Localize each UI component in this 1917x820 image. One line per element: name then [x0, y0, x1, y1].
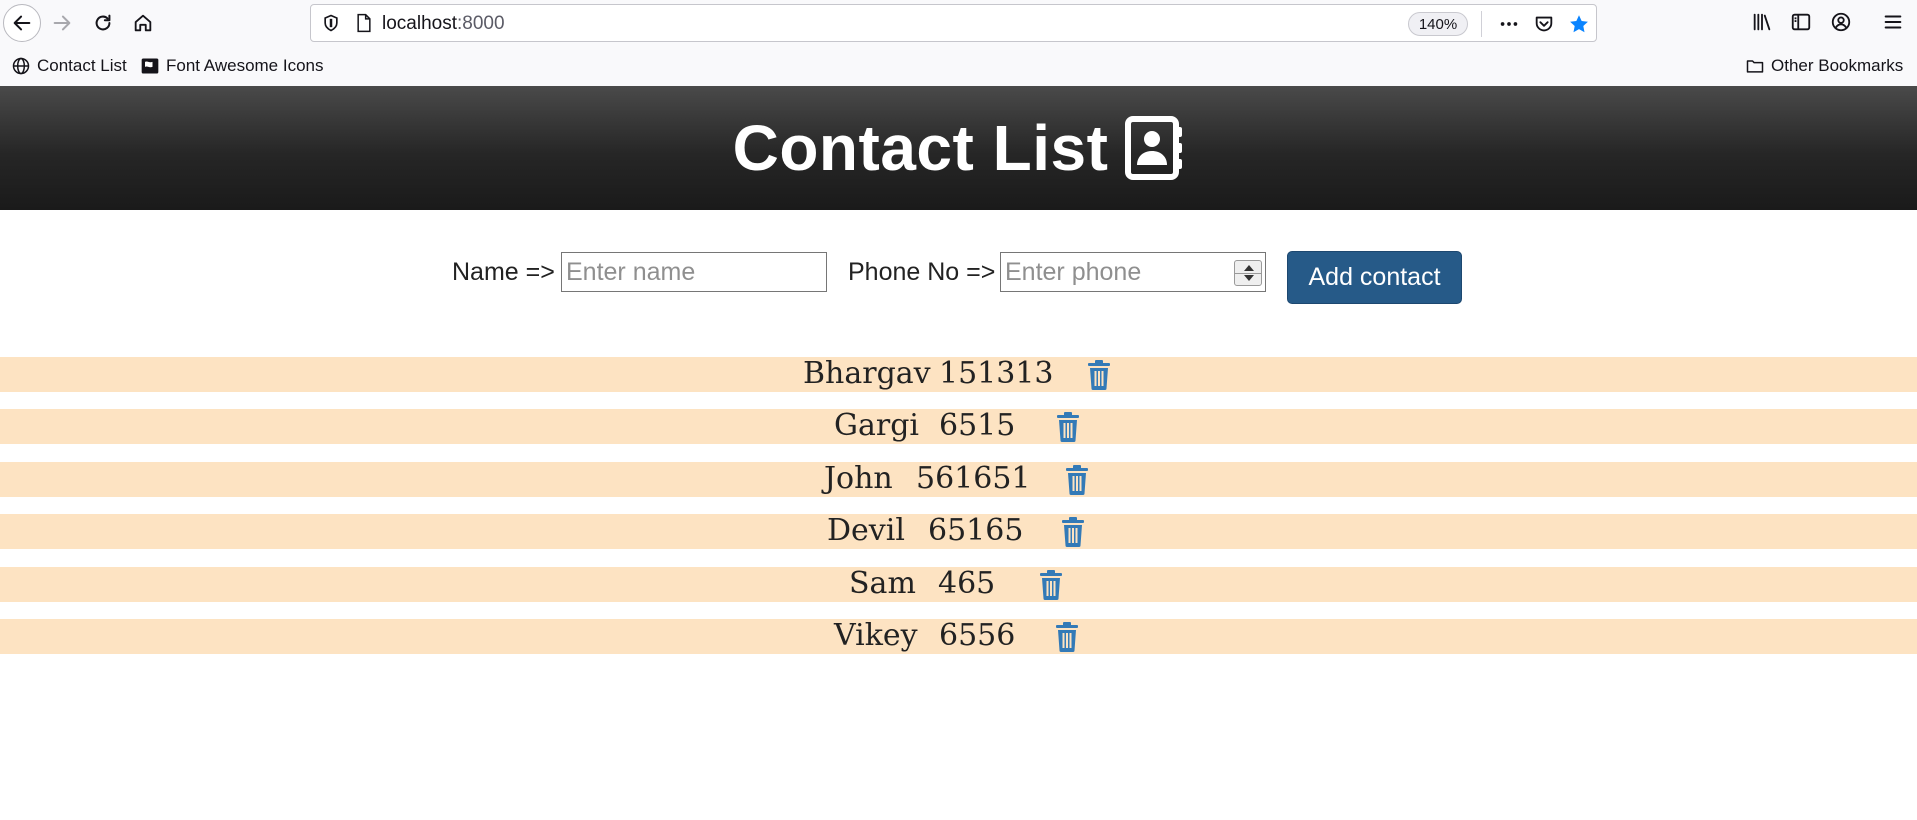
contact-name: John — [824, 461, 893, 496]
home-button[interactable] — [124, 4, 162, 42]
address-bar[interactable]: localhost:8000 140% — [310, 4, 1597, 42]
page-actions-button[interactable] — [1496, 11, 1522, 37]
name-input[interactable] — [561, 252, 827, 292]
add-contact-form: Name => Phone No => Add contact — [0, 250, 1917, 306]
browser-toolbar: localhost:8000 140% — [0, 0, 1917, 47]
pocket-button[interactable] — [1531, 11, 1557, 37]
bookmark-contact-list[interactable]: Contact List — [11, 56, 127, 76]
other-bookmarks-label: Other Bookmarks — [1771, 56, 1904, 75]
url-host: localhost — [382, 13, 457, 34]
library-button[interactable] — [1748, 8, 1776, 36]
tracking-shield-icon[interactable] — [321, 13, 341, 33]
contact-row: Vikey 6556 — [0, 618, 1917, 654]
contact-row: Devil 65165 — [0, 513, 1917, 549]
account-button[interactable] — [1827, 8, 1855, 36]
contact-phone: 6515 — [939, 408, 1016, 443]
contact-phone: 151313 — [939, 356, 1054, 391]
forward-button[interactable] — [43, 4, 81, 42]
sidebar-button[interactable] — [1787, 8, 1815, 36]
star-icon — [1570, 15, 1588, 33]
contact-phone: 465 — [938, 566, 996, 601]
contact-row: Bhargav 151313 — [0, 356, 1917, 392]
contact-name: Sam — [849, 566, 916, 601]
contact-phone: 6556 — [939, 618, 1016, 653]
contact-name: Vikey — [834, 618, 918, 653]
page-icon[interactable] — [355, 13, 373, 33]
trash-icon[interactable] — [1061, 517, 1085, 547]
home-icon — [134, 14, 152, 32]
phone-label: Phone No => — [848, 258, 996, 286]
other-bookmarks-folder[interactable]: Other Bookmarks — [1745, 56, 1903, 76]
address-book-icon — [1125, 116, 1183, 180]
arrow-left-icon — [13, 15, 31, 31]
trash-icon[interactable] — [1056, 412, 1080, 442]
library-icon — [1753, 13, 1771, 31]
name-label: Name => — [452, 258, 555, 286]
contact-name: Gargi — [834, 408, 919, 443]
zoom-level-badge[interactable]: 140% — [1408, 12, 1468, 36]
trash-icon[interactable] — [1065, 465, 1089, 495]
contact-row: Sam 465 — [0, 566, 1917, 602]
reload-button[interactable] — [84, 4, 122, 42]
back-button[interactable] — [3, 4, 41, 42]
contact-phone: 65165 — [928, 513, 1024, 548]
bookmark-label: Contact List — [37, 56, 127, 75]
page-header: Contact List — [0, 86, 1917, 210]
url-separator — [1481, 11, 1482, 37]
bookmarks-toolbar: Contact List Font Awesome Icons Other Bo… — [0, 47, 1917, 86]
phone-input[interactable] — [1000, 252, 1266, 292]
bookmark-label: Font Awesome Icons — [166, 56, 324, 75]
more-horizontal-icon — [1500, 22, 1518, 26]
sidebar-icon — [1791, 13, 1811, 31]
flag-icon — [141, 58, 159, 74]
arrow-right-icon — [53, 15, 71, 31]
folder-icon — [1746, 60, 1764, 73]
page-title: Contact List — [732, 112, 1109, 184]
contact-name: Bhargav — [803, 356, 931, 391]
contact-row: Gargi 6515 — [0, 408, 1917, 444]
contact-phone: 561651 — [916, 461, 1031, 496]
contact-name: Devil — [827, 513, 905, 548]
add-contact-button[interactable]: Add contact — [1287, 251, 1462, 304]
spinner-up-icon[interactable] — [1244, 265, 1254, 271]
menu-button[interactable] — [1879, 8, 1907, 36]
spinner-down-icon[interactable] — [1244, 275, 1254, 281]
url-text[interactable]: localhost:8000 — [382, 13, 505, 35]
account-icon — [1831, 12, 1851, 32]
trash-icon[interactable] — [1055, 622, 1079, 652]
url-port: :8000 — [457, 13, 505, 34]
globe-icon — [12, 57, 30, 75]
hamburger-menu-icon — [1884, 15, 1902, 29]
reload-icon — [95, 14, 111, 31]
bookmark-font-awesome-icons[interactable]: Font Awesome Icons — [140, 56, 324, 76]
phone-number-spinner[interactable] — [1234, 260, 1262, 286]
pocket-icon — [1535, 16, 1553, 32]
spinner-divider — [1235, 273, 1261, 274]
trash-icon[interactable] — [1039, 570, 1063, 600]
trash-icon[interactable] — [1087, 360, 1111, 390]
bookmark-star-button[interactable] — [1566, 11, 1592, 37]
contact-row: John 561651 — [0, 461, 1917, 497]
